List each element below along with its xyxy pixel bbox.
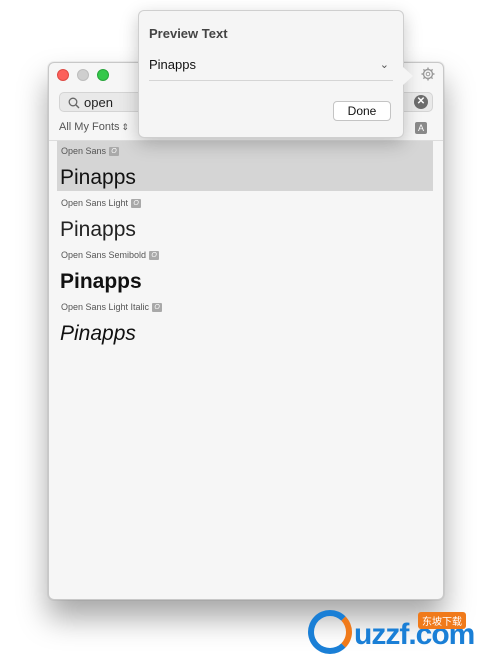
watermark-logo: uzzf.com 东坡下载 — [304, 608, 490, 660]
font-name: Open Sans Light O — [61, 198, 142, 209]
opentype-badge: O — [149, 251, 160, 261]
opentype-badge: O — [109, 147, 120, 157]
list-item[interactable]: Open Sans Semibold O Pinapps — [49, 245, 443, 297]
done-button[interactable]: Done — [333, 101, 391, 121]
zoom-button[interactable] — [97, 69, 109, 81]
close-button[interactable] — [57, 69, 69, 81]
chevron-down-icon[interactable]: ⌄ — [380, 58, 389, 71]
font-list[interactable]: Open Sans O Pinapps Open Sans Light O Pina… — [49, 141, 443, 349]
font-name: Open Sans O — [61, 146, 120, 157]
font-name: Open Sans Light Italic O — [61, 302, 163, 313]
opentype-badge: O — [152, 303, 163, 313]
font-preview: Pinapps — [60, 270, 142, 293]
font-name: Open Sans Semibold O — [61, 250, 160, 261]
list-item[interactable]: Open Sans O Pinapps — [49, 141, 443, 193]
popover-title: Preview Text — [149, 26, 228, 41]
font-preview: Pinapps — [60, 322, 136, 345]
clear-icon[interactable]: ✕ — [414, 95, 428, 109]
font-preview: Pinapps — [60, 166, 136, 189]
gear-icon[interactable] — [421, 67, 435, 81]
search-input[interactable]: open — [84, 95, 113, 110]
logo-icon — [308, 610, 352, 654]
divider — [149, 80, 393, 81]
collection-popup[interactable]: All My Fonts ⇕ — [59, 121, 129, 137]
font-panel-window: open ✕ All My Fonts ⇕ A Open Sans O Pinapp… — [48, 62, 444, 600]
watermark-tag: 东坡下载 — [418, 612, 466, 629]
preview-text-select[interactable]: Pinapps — [149, 57, 196, 72]
minimize-button[interactable] — [77, 69, 89, 81]
opentype-badge: O — [131, 199, 142, 209]
magnifier-icon — [68, 96, 80, 114]
collection-label: All My Fonts — [59, 121, 120, 133]
list-item[interactable]: Open Sans Light O Pinapps — [49, 193, 443, 245]
preview-text-popover: Preview Text Pinapps ⌄ Done — [138, 10, 413, 138]
font-preview: Pinapps — [60, 218, 136, 241]
popover-arrow — [403, 67, 413, 85]
chevron-updown-icon: ⇕ — [121, 122, 130, 132]
list-item[interactable]: Open Sans Light Italic O Pinapps — [49, 297, 443, 349]
font-size-icon[interactable]: A — [415, 122, 427, 134]
